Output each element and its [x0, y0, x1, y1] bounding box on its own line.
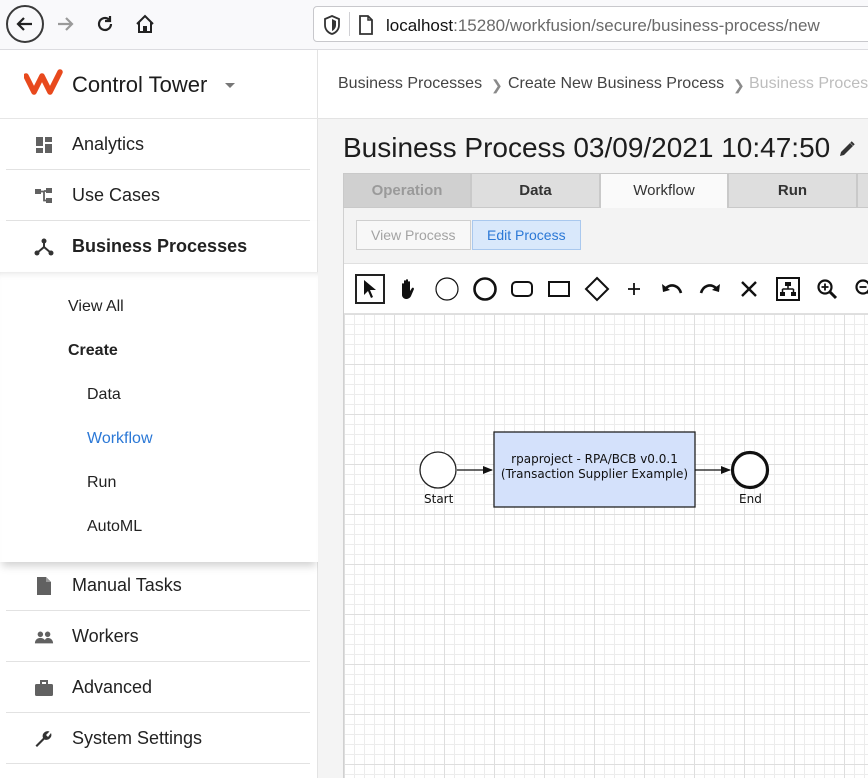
submenu-view-all[interactable]: View All: [68, 298, 124, 316]
task-label-line2: (Transaction Supplier Example): [500, 467, 689, 481]
sidebar-item-use-cases[interactable]: Use Cases: [6, 170, 310, 221]
delete-icon[interactable]: [734, 274, 764, 304]
task-label-line1: rpaproject - RPA/BCB v0.0.1: [511, 452, 678, 466]
tab-run[interactable]: Run: [728, 173, 857, 208]
tab-operation[interactable]: Operation: [343, 173, 471, 208]
shield-icon: [324, 15, 340, 35]
breadcrumb-business-processes[interactable]: Business Processes: [338, 75, 482, 93]
sidebar-item-label: Analytics: [72, 134, 145, 154]
hierarchy-icon: [34, 186, 54, 206]
forward-button[interactable]: [47, 6, 83, 42]
dashboard-icon: [34, 135, 54, 155]
url-host: localhost: [386, 16, 454, 35]
home-button[interactable]: [127, 6, 163, 42]
undo-icon[interactable]: [657, 274, 687, 304]
sidebar-item-system-settings[interactable]: System Settings: [6, 713, 310, 764]
tab-overflow: [857, 173, 868, 208]
address-bar[interactable]: localhost:15280/workfusion/secure/busine…: [313, 6, 868, 42]
workflow-panel: View Process Edit Process Start End rpap…: [343, 208, 868, 778]
people-icon: [34, 627, 54, 647]
merge-icon: [34, 237, 54, 257]
page-title: Business Process 03/09/2021 10:47:50: [343, 132, 831, 163]
edit-process-button[interactable]: Edit Process: [472, 220, 581, 250]
briefcase-icon: [34, 678, 54, 698]
zoom-in-icon[interactable]: [812, 274, 842, 304]
diagram-canvas[interactable]: Start End rpaproject - RPA/BCB v0.0.1 (T…: [344, 314, 868, 778]
chevron-down-icon[interactable]: [225, 83, 235, 88]
business-processes-submenu: View All Create Data Workflow Run AutoML: [0, 272, 318, 562]
sidebar-item-manual-tasks[interactable]: Manual Tasks: [6, 560, 310, 611]
arrow-right-icon: [58, 17, 74, 31]
reload-icon: [97, 16, 113, 32]
pencil-icon[interactable]: [838, 140, 856, 158]
end-event-icon[interactable]: [470, 274, 500, 304]
app-name: Control Tower: [72, 72, 208, 97]
start-event-label: Start: [424, 492, 454, 506]
process-mode-bar: View Process Edit Process: [344, 208, 868, 264]
sidebar-item-label: Manual Tasks: [72, 575, 182, 595]
end-event[interactable]: [730, 450, 770, 490]
sidebar-item-label: Advanced: [72, 677, 153, 697]
home-icon: [136, 14, 154, 33]
subprocess-icon[interactable]: [544, 274, 574, 304]
redo-icon[interactable]: [695, 274, 725, 304]
pointer-icon[interactable]: [355, 274, 385, 304]
submenu-workflow[interactable]: Workflow: [87, 430, 153, 448]
workfusion-logo-icon: [24, 69, 63, 95]
url-text: localhost:15280/workfusion/secure/busine…: [386, 16, 820, 36]
sidebar: Control Tower Analytics Use Cases Busine…: [0, 50, 318, 778]
sidebar-item-label: System Settings: [72, 728, 203, 748]
task-icon[interactable]: [507, 274, 537, 304]
back-button[interactable]: [6, 5, 44, 43]
hand-icon[interactable]: [393, 274, 423, 304]
task-label: rpaproject - RPA/BCB v0.0.1 (Transaction…: [494, 452, 695, 482]
breadcrumb-current: Business Proces: [749, 75, 868, 92]
tab-workflow[interactable]: Workflow: [600, 173, 728, 208]
app-brand[interactable]: Control Tower: [0, 50, 318, 119]
start-event[interactable]: [419, 451, 457, 489]
arrow-left-icon: [16, 17, 32, 31]
sidebar-item-label: Use Cases: [72, 185, 161, 205]
process-tabs: Operation Data Workflow Run: [343, 173, 868, 208]
wrench-icon: [34, 729, 54, 749]
submenu-create[interactable]: Create: [68, 342, 118, 360]
end-event-label: End: [739, 492, 762, 506]
diagram-toolbar: [344, 264, 868, 314]
sidebar-item-analytics[interactable]: Analytics: [6, 119, 310, 170]
url-divider: [349, 12, 350, 36]
add-icon[interactable]: [619, 274, 649, 304]
main-content: Business Processes ❯ Create New Business…: [318, 50, 868, 778]
chevron-right-icon: ❯: [491, 77, 503, 93]
sidebar-item-label: Business Processes: [72, 236, 248, 256]
browser-toolbar: localhost:15280/workfusion/secure/busine…: [0, 0, 868, 50]
tab-data[interactable]: Data: [471, 173, 600, 208]
sidebar-item-label: Workers: [72, 626, 139, 646]
reload-button[interactable]: [87, 6, 123, 42]
sidebar-item-business-processes[interactable]: Business Processes: [0, 221, 318, 272]
breadcrumb: Business Processes ❯ Create New Business…: [318, 50, 868, 119]
page-icon: [359, 15, 373, 35]
url-path: :15280/workfusion/secure/business-proces…: [453, 16, 820, 35]
sidebar-item-workers[interactable]: Workers: [6, 611, 310, 662]
gateway-icon[interactable]: [582, 274, 612, 304]
sidebar-item-advanced[interactable]: Advanced: [6, 662, 310, 713]
submenu-automl[interactable]: AutoML: [87, 518, 142, 536]
bpmn-diagram: [419, 431, 770, 508]
view-process-button[interactable]: View Process: [356, 220, 471, 250]
zoom-out-icon[interactable]: [850, 274, 868, 304]
document-icon: [34, 576, 54, 596]
breadcrumb-create-new[interactable]: Create New Business Process: [508, 75, 724, 93]
submenu-data[interactable]: Data: [87, 386, 121, 404]
submenu-run[interactable]: Run: [87, 474, 116, 492]
chevron-right-icon: ❯: [733, 77, 745, 93]
start-event-icon[interactable]: [432, 274, 462, 304]
layout-icon[interactable]: [773, 274, 803, 304]
